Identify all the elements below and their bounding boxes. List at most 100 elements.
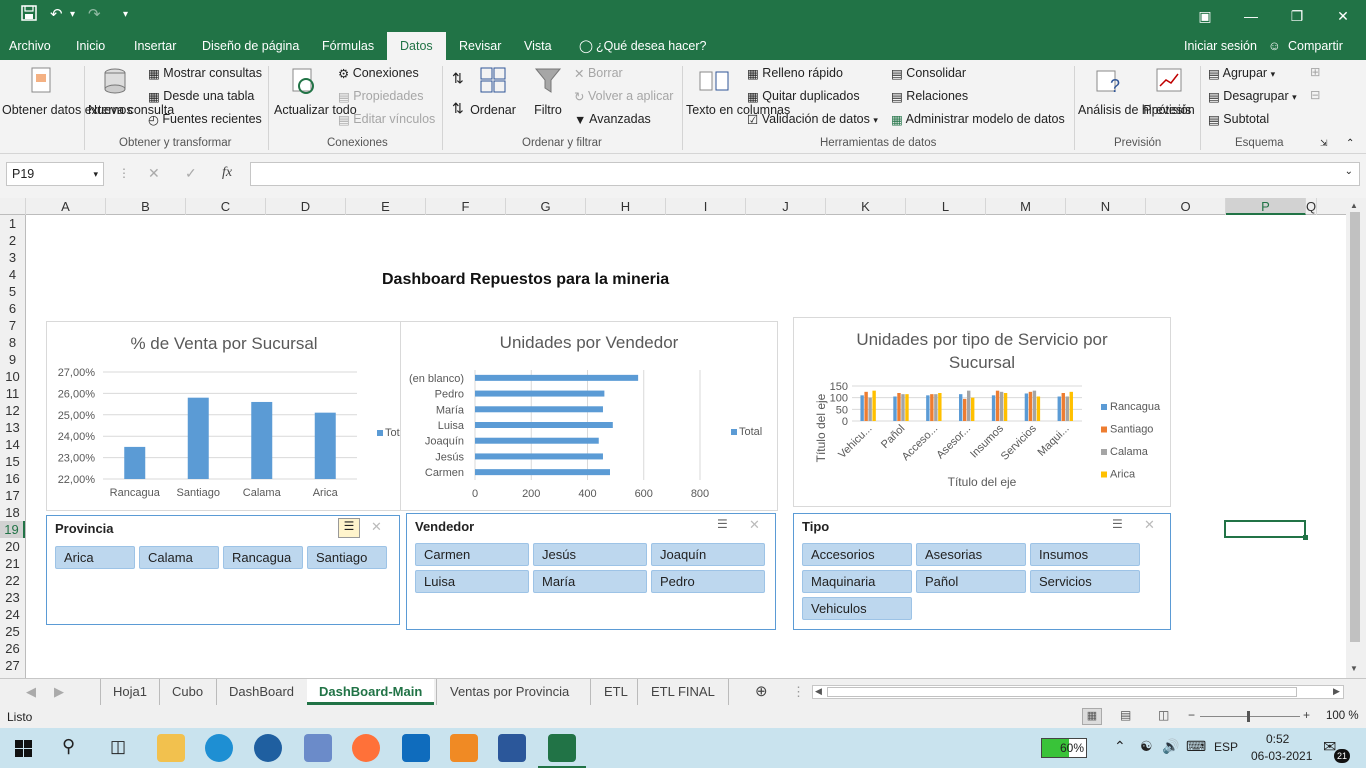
sheet-tab-cubo[interactable]: Cubo: [159, 679, 203, 705]
scroll-down-icon[interactable]: ▼: [1350, 664, 1358, 673]
word-icon[interactable]: [498, 734, 526, 762]
multi-select-icon[interactable]: ☰: [338, 518, 360, 538]
row-header[interactable]: 9: [0, 351, 25, 368]
battery-indicator[interactable]: 60%: [1041, 738, 1087, 758]
cancel-icon[interactable]: ✕: [148, 165, 160, 182]
chart-venta-sucursal[interactable]: % de Venta por Sucursal 27,00% 26,00% 25,0…: [46, 321, 402, 511]
data-validation-button[interactable]: ☑ Validación de datos ▾: [747, 112, 878, 127]
normal-view-icon[interactable]: ▦: [1082, 708, 1102, 725]
multi-select-icon[interactable]: ☰: [1112, 517, 1123, 531]
slicer-item[interactable]: Pedro: [651, 570, 765, 593]
clear-filter-icon[interactable]: ✕: [1144, 517, 1155, 533]
show-queries-button[interactable]: ▦ Mostrar consultas: [148, 66, 262, 81]
tab-splitter-icon[interactable]: ⋮: [792, 679, 805, 705]
slicer-item[interactable]: Santiago: [307, 546, 387, 569]
slicer-item[interactable]: Luisa: [415, 570, 529, 593]
sheet-tab-etl[interactable]: ETL: [590, 679, 628, 705]
column-header[interactable]: L: [906, 198, 986, 215]
clock-time[interactable]: 0:52: [1266, 732, 1289, 746]
slicer-vendedor[interactable]: Vendedor ☰ ✕ Carmen Jesús Joaquín Luisa Marí…: [406, 513, 776, 630]
slicer-tipo[interactable]: Tipo ☰ ✕ Accesorios Asesorias Insumos Maqui…: [793, 513, 1171, 630]
row-header[interactable]: 19: [0, 521, 25, 538]
maximize-button[interactable]: ❐: [1274, 0, 1320, 32]
show-detail-icon[interactable]: ⊞: [1310, 64, 1320, 79]
forecast-sheet-button[interactable]: Previsión: [1142, 66, 1196, 118]
edit-links-button[interactable]: ▤ Editar vínculos: [338, 112, 435, 127]
select-all-corner[interactable]: [0, 198, 26, 215]
tab-insertar[interactable]: Insertar: [134, 32, 176, 60]
relationships-button[interactable]: ▤ Relaciones: [891, 89, 968, 104]
search-icon[interactable]: ⚲: [62, 736, 75, 757]
row-header[interactable]: 10: [0, 368, 25, 385]
tab-vista[interactable]: Vista: [524, 32, 552, 60]
row-header[interactable]: 14: [0, 436, 25, 453]
new-query-button[interactable]: Nueva consulta: [88, 66, 174, 118]
expand-formula-icon[interactable]: ⌄: [1345, 166, 1353, 177]
sort-az-icon[interactable]: ⇅: [452, 68, 464, 88]
slicer-item[interactable]: Servicios: [1030, 570, 1140, 593]
advanced-filter-button[interactable]: ▼ Avanzadas: [574, 112, 651, 127]
row-header[interactable]: 6: [0, 300, 25, 317]
row-header[interactable]: 11: [0, 385, 25, 402]
flash-fill-button[interactable]: ▦ Relleno rápido: [747, 66, 843, 81]
sheet-tab-ventas-provincia[interactable]: Ventas por Provincia: [436, 679, 569, 705]
sign-in-link[interactable]: Iniciar sesión: [1184, 32, 1257, 60]
scroll-left-icon[interactable]: ◀: [815, 686, 822, 697]
get-external-data-button[interactable]: Obtener datos externos: [2, 66, 133, 118]
row-header[interactable]: 21: [0, 555, 25, 572]
slicer-item[interactable]: Carmen: [415, 543, 529, 566]
sort-za-icon[interactable]: ⇅: [452, 100, 464, 117]
slicer-item[interactable]: Asesorias: [916, 543, 1026, 566]
page-layout-view-icon[interactable]: ▤: [1120, 708, 1131, 722]
column-header[interactable]: Q: [1306, 198, 1318, 215]
zoom-in-button[interactable]: +: [1303, 708, 1310, 722]
windows-start-icon[interactable]: [15, 740, 32, 757]
tell-me-input[interactable]: ¿Qué desea hacer?: [596, 32, 707, 60]
manage-data-model-button[interactable]: ▦ Administrar modelo de datos: [891, 112, 1065, 127]
row-header[interactable]: 5: [0, 283, 25, 300]
zoom-level[interactable]: 100 %: [1326, 710, 1359, 722]
scroll-right-icon[interactable]: ▶: [1333, 686, 1340, 697]
refresh-all-button[interactable]: Actualizar todo: [274, 66, 357, 118]
row-header[interactable]: 3: [0, 249, 25, 266]
from-table-button[interactable]: ▦ Desde una tabla: [148, 89, 254, 104]
scroll-tabs-left-icon[interactable]: ◀: [26, 679, 36, 705]
clear-filter-button[interactable]: ✕ Borrar: [574, 66, 623, 81]
undo-dropdown-icon[interactable]: ▾: [70, 9, 75, 20]
customize-quick-access-icon[interactable]: ▾: [123, 9, 128, 20]
column-header[interactable]: M: [986, 198, 1066, 215]
add-sheet-icon[interactable]: ⊕: [755, 679, 768, 705]
sheet-tab-hoja1[interactable]: Hoja1: [100, 679, 147, 705]
subtotal-button[interactable]: ▤ Subtotal: [1208, 112, 1269, 127]
row-header[interactable]: 20: [0, 538, 25, 555]
volume-icon[interactable]: 🔊: [1162, 738, 1179, 755]
column-header[interactable]: F: [426, 198, 506, 215]
tab-formulas[interactable]: Fórmulas: [322, 32, 374, 60]
h-scroll-thumb[interactable]: [827, 687, 1297, 697]
row-header[interactable]: 26: [0, 640, 25, 657]
row-header[interactable]: 13: [0, 419, 25, 436]
vertical-scrollbar[interactable]: ▲ ▼: [1346, 198, 1366, 678]
row-header[interactable]: 25: [0, 623, 25, 640]
row-header[interactable]: 27: [0, 657, 25, 674]
name-box[interactable]: P19 ▾: [6, 162, 104, 186]
slicer-item[interactable]: Insumos: [1030, 543, 1140, 566]
sort-button[interactable]: Ordenar: [470, 66, 516, 118]
slicer-item[interactable]: Vehiculos: [802, 597, 912, 620]
task-view-icon[interactable]: ◫: [110, 737, 126, 757]
column-header[interactable]: K: [826, 198, 906, 215]
close-button[interactable]: ✕: [1320, 0, 1366, 32]
wps-app-icon[interactable]: [450, 734, 478, 762]
keyboard-icon[interactable]: ⌨: [1186, 738, 1206, 755]
column-header[interactable]: J: [746, 198, 826, 215]
language-indicator[interactable]: ESP: [1214, 740, 1238, 754]
row-header[interactable]: 15: [0, 453, 25, 470]
tab-datos[interactable]: Datos: [387, 32, 446, 60]
what-if-analysis-button[interactable]: ? Análisis de hipótesis: [1078, 66, 1191, 118]
chart-unidades-servicio[interactable]: Unidades por tipo de Servicio por Sucurs…: [793, 317, 1171, 507]
column-header[interactable]: B: [106, 198, 186, 215]
row-header[interactable]: 24: [0, 606, 25, 623]
clear-filter-icon[interactable]: ✕: [371, 519, 382, 535]
chevron-down-icon[interactable]: ▾: [93, 163, 98, 185]
column-header[interactable]: A: [26, 198, 106, 215]
